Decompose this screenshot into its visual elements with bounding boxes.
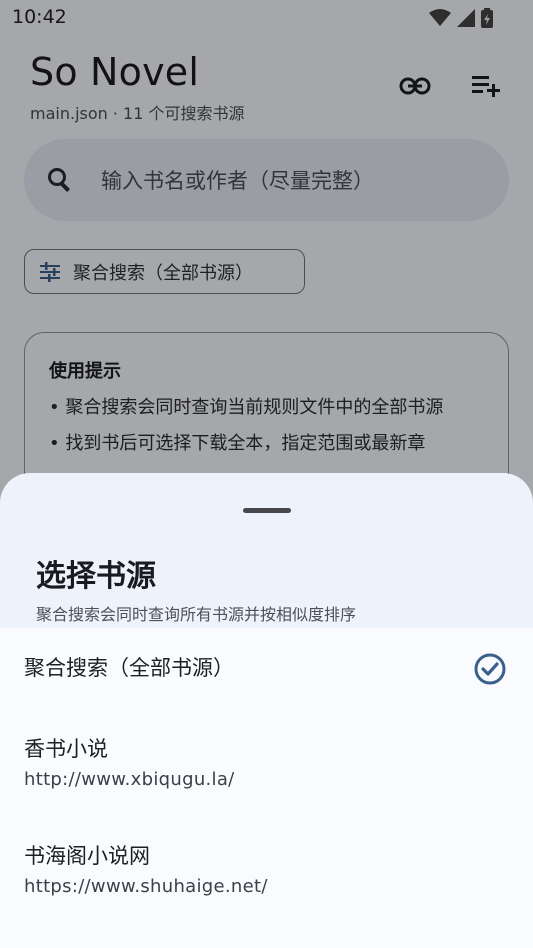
option-url: http://www.xbiqugu.la/ <box>24 769 235 790</box>
sheet-subtitle: 聚合搜索会同时查询所有书源并按相似度排序 <box>36 605 357 624</box>
source-option[interactable]: 书海阁小说网 https://www.shuhaige.net/ <box>0 825 533 925</box>
source-option[interactable]: 香书小说 http://www.xbiqugu.la/ <box>0 718 533 818</box>
option-name: 书海阁小说网 <box>24 844 150 868</box>
source-list: 聚合搜索（全部书源） 香书小说 http://www.xbiqugu.la/ 书… <box>0 628 533 948</box>
option-name: 香书小说 <box>24 737 108 761</box>
sheet-title: 选择书源 <box>36 559 156 594</box>
source-bottom-sheet: 选择书源 聚合搜索会同时查询所有书源并按相似度排序 聚合搜索（全部书源） 香书小… <box>0 473 533 948</box>
drag-handle[interactable] <box>243 508 291 513</box>
check-circle-icon <box>474 653 506 685</box>
option-url: https://www.shuhaige.net/ <box>24 876 268 897</box>
source-option-aggregate[interactable]: 聚合搜索（全部书源） <box>0 628 533 710</box>
option-name: 聚合搜索（全部书源） <box>24 656 234 680</box>
